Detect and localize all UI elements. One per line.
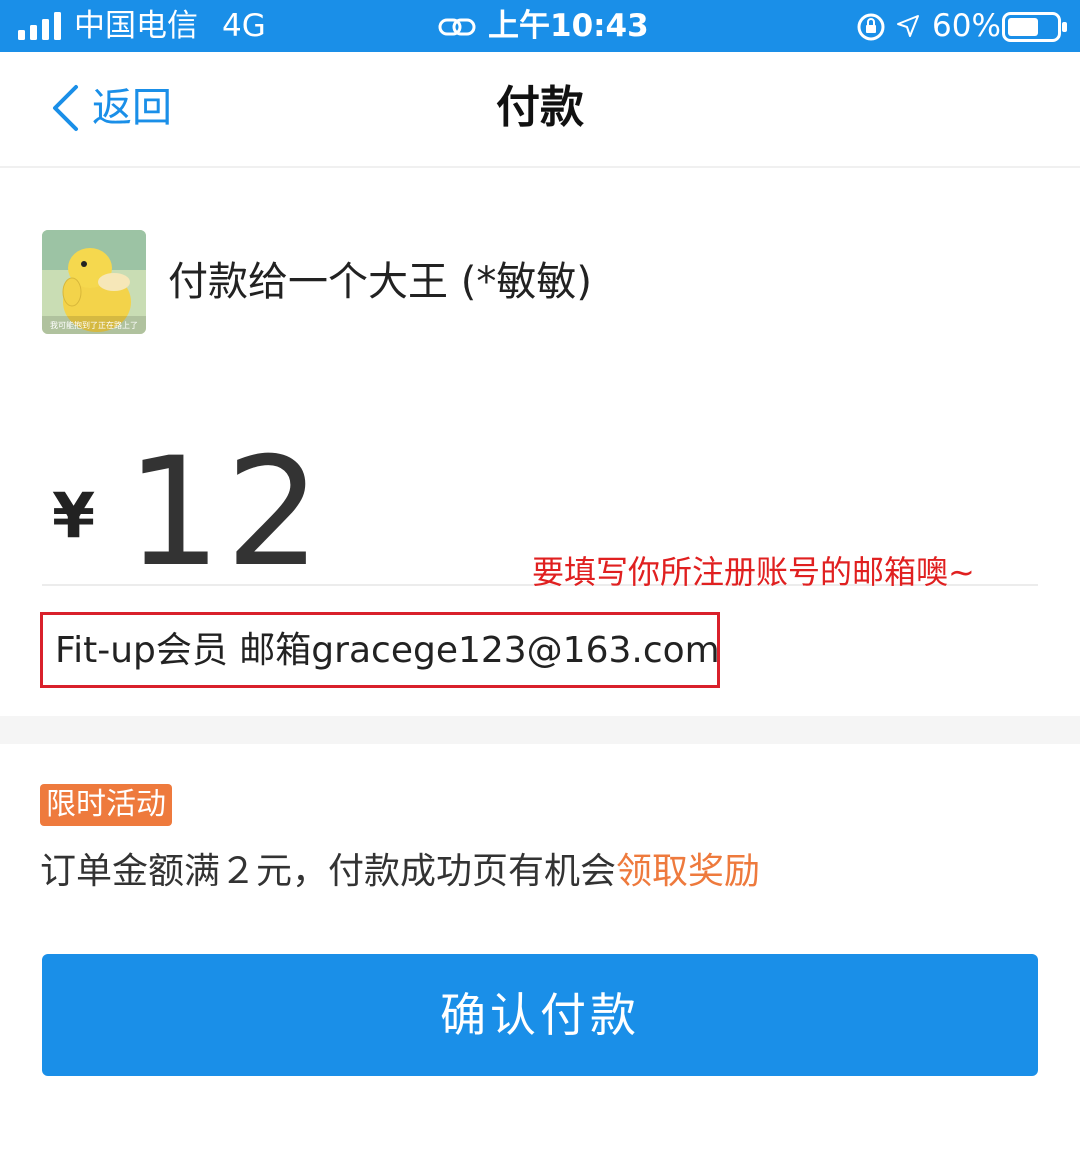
battery-icon	[1002, 12, 1067, 42]
clock: 上午10:43	[488, 8, 649, 44]
section-divider	[0, 716, 1080, 744]
payment-note-text: Fit-up会员 邮箱gracege123@163.com	[55, 630, 720, 671]
payee-name: 付款给一个大王 (*敏敏)	[168, 259, 592, 305]
hotspot-link-icon	[438, 18, 476, 36]
rotation-lock-icon	[857, 13, 885, 41]
promo-text: 订单金额满２元，付款成功页有机会	[40, 851, 617, 892]
page-title: 付款	[496, 82, 584, 133]
carrier-label: 中国电信	[74, 8, 198, 44]
confirm-payment-button[interactable]: 确认付款	[42, 954, 1038, 1076]
avatar: 我可能抱到了正在路上了	[42, 230, 146, 334]
battery-percent: 60%	[932, 8, 1001, 44]
avatar-caption: 我可能抱到了正在路上了	[50, 320, 138, 330]
navigation-bar: 返回 付款	[0, 52, 1080, 168]
network-label: 4G	[222, 8, 266, 44]
status-bar: 中国电信 4G 上午10:43 60%	[0, 0, 1080, 52]
signal-icon	[18, 12, 61, 40]
payment-note-field[interactable]: Fit-up会员 邮箱gracege123@163.com	[40, 612, 720, 688]
amount-value[interactable]: 12	[126, 438, 325, 588]
currency-symbol: ¥	[52, 479, 96, 552]
promo-description: 订单金额满２元，付款成功页有机会领取奖励	[40, 846, 760, 898]
duck-avatar-image: 我可能抱到了正在路上了	[42, 230, 146, 334]
promo-badge: 限时活动	[40, 784, 172, 826]
location-arrow-icon	[897, 15, 919, 37]
annotation-text: 要填写你所注册账号的邮箱噢~	[532, 553, 975, 591]
promo-reward-link[interactable]: 领取奖励	[616, 851, 760, 892]
